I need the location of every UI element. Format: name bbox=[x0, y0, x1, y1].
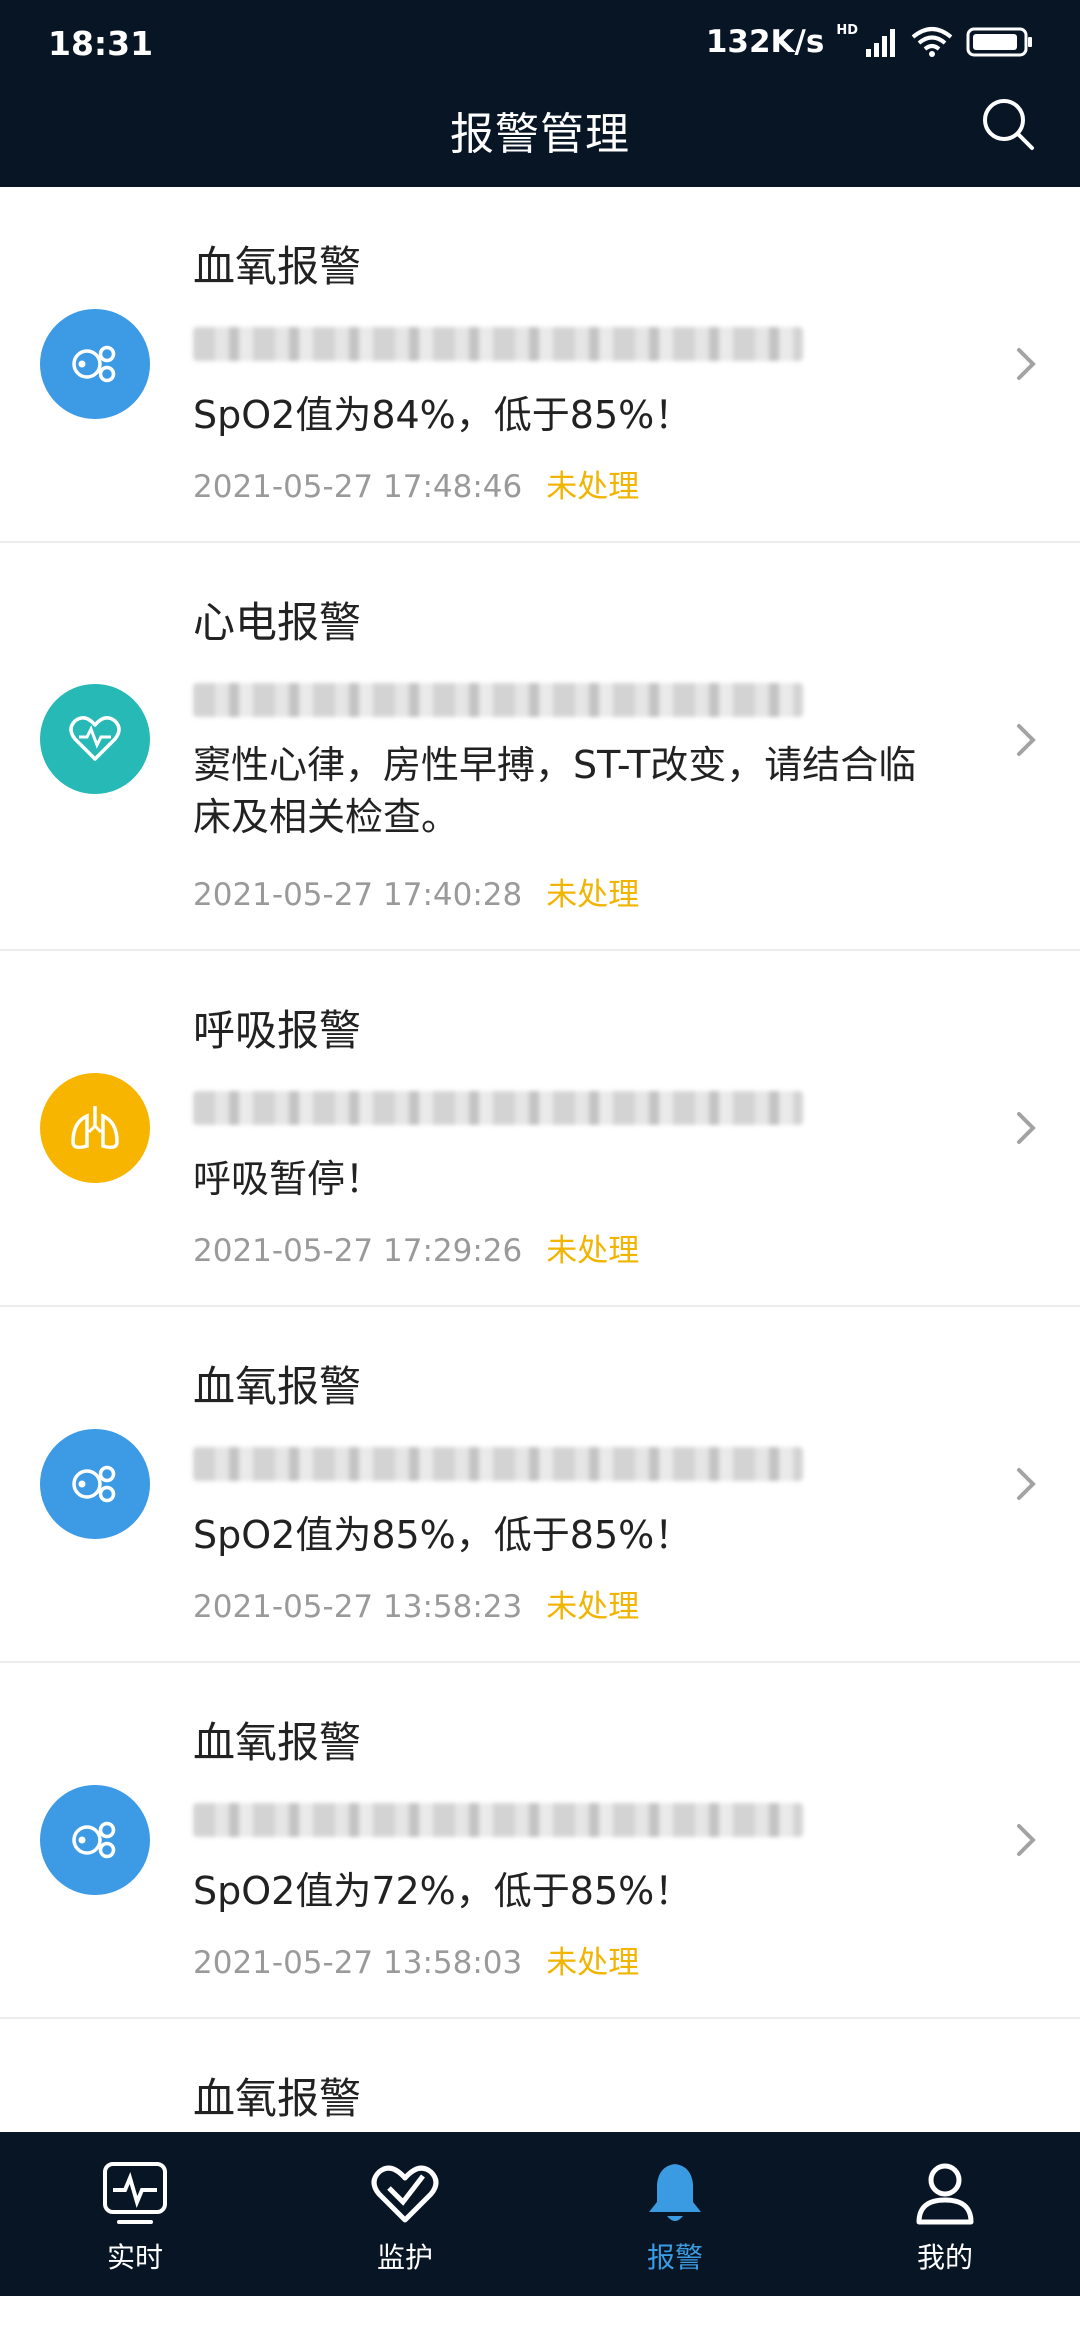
status-time: 18:31 bbox=[48, 24, 154, 63]
alarm-message: SpO2值为84%，低于85%！ bbox=[193, 393, 693, 437]
alarm-type: 血氧报警 bbox=[193, 242, 362, 291]
alarm-meta: 2021-05-27 13:58:03 未处理 bbox=[193, 1937, 639, 1982]
chevron-right-icon bbox=[1017, 724, 1036, 756]
search-icon[interactable] bbox=[980, 96, 1036, 152]
patient-info-redacted bbox=[193, 683, 803, 717]
alarm-message: SpO2值为72%，低于85%！ bbox=[193, 1869, 693, 1913]
alarm-list: 血氧报警 SpO2值为84%，低于85%！ 2021-05-27 17:48:4… bbox=[0, 187, 1080, 2132]
alarm-item[interactable]: 呼吸报警 呼吸暂停！ 2021-05-27 17:29:26 未处理 bbox=[0, 951, 1080, 1307]
patient-info-redacted bbox=[193, 1803, 803, 1837]
alarm-time: 2021-05-27 17:40:28 bbox=[193, 877, 523, 913]
chevron-right-icon bbox=[1017, 1824, 1036, 1856]
alarm-type: 血氧报警 bbox=[193, 1362, 362, 1411]
alarm-time: 2021-05-27 13:58:23 bbox=[193, 1589, 523, 1625]
alarm-item[interactable]: 血氧报警 SpO2值为84%，低于85%！ 2021-05-27 17:48:4… bbox=[0, 187, 1080, 543]
realtime-monitor-icon bbox=[103, 2162, 167, 2224]
alarm-type: 呼吸报警 bbox=[193, 1006, 362, 1055]
top-bar: 18:31 132K/s HD 报警管理 bbox=[0, 0, 1080, 187]
alarm-status: 未处理 bbox=[546, 1233, 640, 1269]
alarm-meta: 2021-05-27 17:29:26 未处理 bbox=[193, 1225, 639, 1270]
alarm-meta: 2021-05-27 17:40:28 未处理 bbox=[193, 869, 639, 914]
wifi-icon bbox=[911, 27, 953, 57]
spo2-icon bbox=[40, 1785, 150, 1895]
alarm-type: 血氧报警 bbox=[193, 2074, 362, 2123]
alarm-time: 2021-05-27 13:58:03 bbox=[193, 1945, 523, 1981]
tab-monitor[interactable]: 监护 bbox=[270, 2132, 540, 2296]
alarm-status: 未处理 bbox=[546, 1945, 640, 1981]
tab-label: 我的 bbox=[916, 2241, 973, 2274]
alarm-message: SpO2值为85%，低于85%！ bbox=[193, 1513, 693, 1557]
spo2-icon bbox=[40, 309, 150, 419]
alarm-type: 心电报警 bbox=[193, 598, 362, 647]
heart-outline-icon bbox=[371, 2165, 439, 2223]
chevron-right-icon bbox=[1017, 348, 1036, 380]
page-title: 报警管理 bbox=[450, 109, 630, 160]
tab-label: 实时 bbox=[106, 2241, 163, 2274]
tab-label: 报警 bbox=[646, 2241, 703, 2274]
chevron-right-icon bbox=[1017, 1112, 1036, 1144]
patient-info-redacted bbox=[193, 1447, 803, 1481]
tab-label: 监护 bbox=[376, 2241, 433, 2274]
alarm-message: 呼吸暂停！ bbox=[193, 1157, 384, 1201]
alarm-message: 窦性心律，房性早搏，ST-T改变，请结合临床及相关检查。 bbox=[193, 743, 917, 839]
hd-badge: HD bbox=[836, 22, 858, 38]
alarm-time: 2021-05-27 17:48:46 bbox=[193, 469, 523, 505]
alarm-item[interactable]: 血氧报警 SpO2值为72%，低于85%！ 2021-05-27 13:58:0… bbox=[0, 1663, 1080, 2019]
alarm-status: 未处理 bbox=[546, 1589, 640, 1625]
alarm-item[interactable]: 血氧报警 SpO2值为85%，低于85%！ 2021-05-27 13:58:2… bbox=[0, 1307, 1080, 1663]
spo2-icon bbox=[40, 1429, 150, 1539]
alarm-status: 未处理 bbox=[546, 469, 640, 505]
alarm-time: 2021-05-27 17:29:26 bbox=[193, 1233, 523, 1269]
alarm-meta: 2021-05-27 17:48:46 未处理 bbox=[193, 461, 639, 506]
tab-realtime[interactable]: 实时 bbox=[0, 2132, 270, 2296]
heart-icon bbox=[40, 684, 150, 794]
bottom-nav: 实时 监护 报警 我的 bbox=[0, 2132, 1080, 2296]
alarm-type: 血氧报警 bbox=[193, 1718, 362, 1767]
chevron-right-icon bbox=[1017, 1468, 1036, 1500]
bell-icon bbox=[649, 2164, 701, 2221]
tab-alarm[interactable]: 报警 bbox=[540, 2132, 810, 2296]
patient-info-redacted bbox=[193, 327, 803, 361]
network-speed: 132K/s bbox=[705, 24, 825, 60]
status-icons: 132K/s HD bbox=[705, 22, 1034, 60]
alarm-item[interactable]: 血氧报警 bbox=[0, 2019, 1080, 2132]
user-icon bbox=[916, 2163, 974, 2225]
alarm-meta: 2021-05-27 13:58:23 未处理 bbox=[193, 1581, 639, 1626]
alarm-item[interactable]: 心电报警 窦性心律，房性早搏，ST-T改变，请结合临床及相关检查。 2021-0… bbox=[0, 543, 1080, 951]
tab-mine[interactable]: 我的 bbox=[810, 2132, 1080, 2296]
alarm-status: 未处理 bbox=[546, 877, 640, 913]
lungs-icon bbox=[40, 1073, 150, 1183]
system-home-area bbox=[0, 2296, 1080, 2340]
battery-icon bbox=[966, 27, 1032, 57]
signal-icon bbox=[866, 29, 895, 57]
patient-info-redacted bbox=[193, 1091, 803, 1125]
